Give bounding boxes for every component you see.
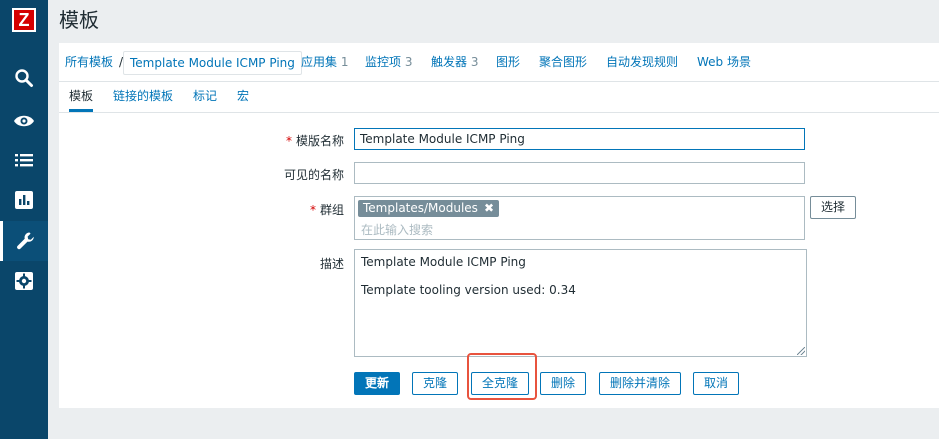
tab-template[interactable]: 模板: [69, 82, 94, 112]
list-icon: [15, 154, 33, 167]
visible-name-label: 可见的名称: [283, 168, 344, 182]
template-navigation: 所有模板 / Template Module ICMP Ping 应用集 1 监…: [59, 43, 939, 82]
nav-items-count: 3: [404, 55, 413, 69]
resize-handle-icon[interactable]: [797, 347, 805, 355]
required-mark: *: [285, 134, 292, 148]
chart-icon: [15, 191, 33, 209]
groups-label-text: 群组: [319, 203, 344, 217]
template-name-input[interactable]: Template Module ICMP Ping: [354, 128, 805, 150]
nav-triggers-count: 3: [470, 55, 479, 69]
required-mark: *: [309, 203, 316, 217]
zabbix-logo[interactable]: Z: [12, 8, 36, 32]
groups-multiselect[interactable]: Templates/Modules ✖ 在此输入搜索: [354, 196, 805, 240]
nav-triggers-label: 触发器: [431, 55, 468, 69]
select-groups-button[interactable]: 选择: [810, 196, 857, 219]
description-text: Template Module ICMP Ping Template tooli…: [361, 255, 576, 297]
logo-letter: Z: [18, 9, 30, 30]
nav-applications[interactable]: 应用集 1: [301, 43, 348, 81]
breadcrumb-current-template[interactable]: Template Module ICMP Ping: [123, 51, 302, 75]
sidebar-item-monitoring[interactable]: [0, 101, 48, 141]
nav-web-scenarios[interactable]: Web 场景: [697, 43, 751, 81]
template-name-label: * 模版名称: [286, 132, 344, 149]
nav-triggers[interactable]: 触发器 3: [431, 43, 478, 81]
groups-label: * 群组: [310, 201, 344, 218]
search-icon: [15, 69, 33, 87]
nav-items-label: 监控项: [365, 55, 402, 69]
sidebar: Z: [0, 0, 48, 439]
delete-and-clear-button[interactable]: 删除并清除: [599, 372, 682, 395]
nav-graphs[interactable]: 图形: [496, 43, 520, 81]
sidebar-item-administration[interactable]: [0, 261, 48, 301]
sidebar-item-configuration[interactable]: [0, 221, 48, 261]
wrench-icon: [16, 232, 34, 250]
nav-discovery-rules[interactable]: 自动发现规则: [606, 43, 678, 81]
remove-tag-icon[interactable]: ✖: [484, 201, 494, 215]
nav-applications-count: 1: [340, 55, 349, 69]
groups-search-placeholder[interactable]: 在此输入搜索: [361, 221, 433, 238]
update-button[interactable]: 更新: [354, 372, 401, 395]
nav-applications-label: 应用集: [301, 55, 338, 69]
template-form: * 模版名称 Template Module ICMP Ping 可见的名称 * 群…: [59, 112, 939, 409]
breadcrumb-all-templates[interactable]: 所有模板: [65, 43, 113, 81]
description-textarea[interactable]: Template Module ICMP Ping Template tooli…: [354, 249, 807, 357]
group-tag-label: Templates/Modules: [363, 201, 478, 215]
delete-button[interactable]: 删除: [540, 372, 587, 395]
tab-tags[interactable]: 标记: [193, 82, 217, 110]
description-label: 描述: [319, 257, 344, 271]
group-tag: Templates/Modules ✖: [358, 200, 499, 217]
template-name-label-text: 模版名称: [295, 134, 344, 148]
eye-icon: [14, 115, 34, 127]
visible-name-input[interactable]: [354, 162, 805, 184]
sidebar-item-monitoring-search[interactable]: [0, 58, 48, 98]
form-tabs: 模板 链接的模板 标记 宏: [59, 82, 939, 112]
cancel-button[interactable]: 取消: [693, 372, 740, 395]
nav-items[interactable]: 监控项 3: [365, 43, 412, 81]
sidebar-item-reports[interactable]: [0, 180, 48, 220]
full-clone-highlight: [467, 353, 537, 400]
nav-screens[interactable]: 聚合图形: [539, 43, 587, 81]
sidebar-item-inventory[interactable]: [0, 140, 48, 180]
page-footer: [48, 408, 939, 439]
tab-macros[interactable]: 宏: [237, 82, 249, 110]
tab-linked-templates[interactable]: 链接的模板: [113, 82, 173, 110]
gear-icon: [15, 272, 33, 290]
page-title: 模板: [59, 8, 99, 32]
clone-button[interactable]: 克隆: [412, 372, 459, 395]
